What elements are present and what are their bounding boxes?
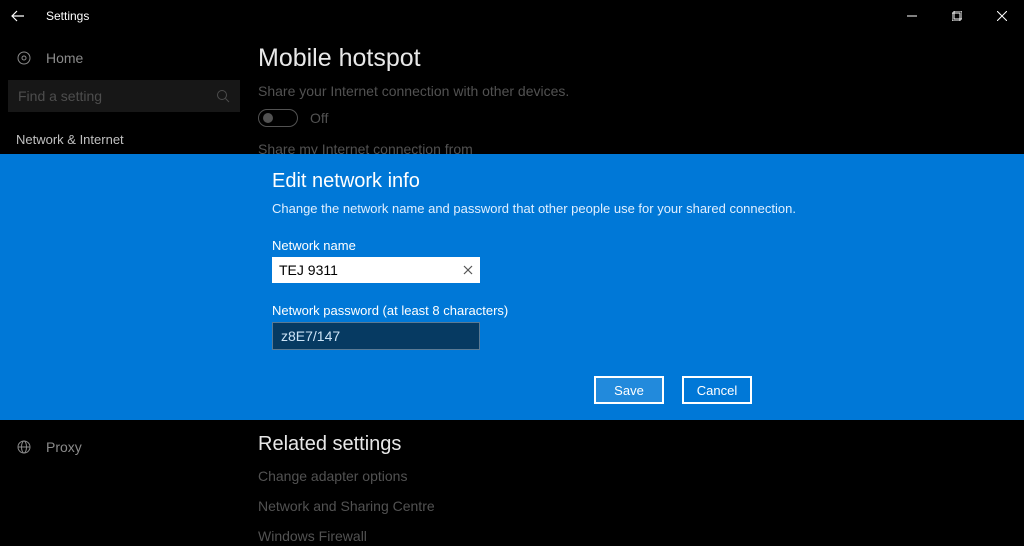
cancel-button[interactable]: Cancel (682, 376, 752, 404)
sidebar-item-label: Proxy (46, 439, 82, 455)
titlebar: Settings (0, 0, 1024, 32)
network-password-label: Network password (at least 8 characters) (272, 303, 1024, 318)
close-icon (997, 11, 1007, 21)
share-description: Share your Internet connection with othe… (258, 83, 1024, 99)
cancel-button-label: Cancel (697, 383, 737, 398)
dialog-buttons: Save Cancel (594, 376, 752, 404)
network-name-label: Network name (272, 238, 1024, 253)
search-icon (216, 89, 230, 103)
page-title: Mobile hotspot (258, 44, 1024, 73)
close-button[interactable] (979, 2, 1024, 30)
close-icon (463, 265, 473, 275)
arrow-left-icon (11, 9, 25, 23)
window-controls (889, 2, 1024, 30)
related-link[interactable]: Windows Firewall (258, 528, 1024, 544)
sidebar-category-network[interactable]: Network & Internet (6, 124, 252, 155)
maximize-button[interactable] (934, 2, 979, 30)
hotspot-toggle-row: Off (258, 109, 1024, 127)
toggle-knob (263, 113, 273, 123)
related-settings-title: Related settings (258, 433, 1024, 456)
network-password-value: z8E7/147 (281, 328, 340, 344)
window-title: Settings (46, 9, 89, 23)
minimize-icon (907, 11, 917, 21)
toggle-label: Off (310, 110, 328, 126)
sidebar-home-label: Home (46, 50, 83, 66)
related-link[interactable]: Network and Sharing Centre (258, 498, 1024, 514)
network-name-value: TEJ 9311 (279, 262, 338, 278)
search-input[interactable]: Find a setting (8, 80, 240, 112)
sidebar-home[interactable]: Home (6, 44, 252, 76)
titlebar-left: Settings (8, 6, 89, 26)
maximize-icon (952, 11, 962, 21)
gear-icon (16, 50, 32, 66)
edit-network-dialog: Edit network info Change the network nam… (0, 154, 1024, 420)
save-button[interactable]: Save (594, 376, 664, 404)
sidebar-item-proxy[interactable]: Proxy (6, 433, 252, 461)
network-password-input[interactable]: z8E7/147 (272, 322, 480, 350)
dialog-description: Change the network name and password tha… (272, 201, 1024, 216)
back-button[interactable] (8, 6, 28, 26)
related-link[interactable]: Change adapter options (258, 468, 1024, 484)
hotspot-toggle[interactable] (258, 109, 298, 127)
search-placeholder: Find a setting (18, 88, 102, 104)
dialog-title: Edit network info (272, 170, 1024, 193)
globe-icon (16, 439, 32, 455)
clear-input-button[interactable] (463, 265, 473, 275)
network-name-input[interactable]: TEJ 9311 (272, 257, 480, 283)
save-button-label: Save (614, 383, 644, 398)
minimize-button[interactable] (889, 2, 934, 30)
